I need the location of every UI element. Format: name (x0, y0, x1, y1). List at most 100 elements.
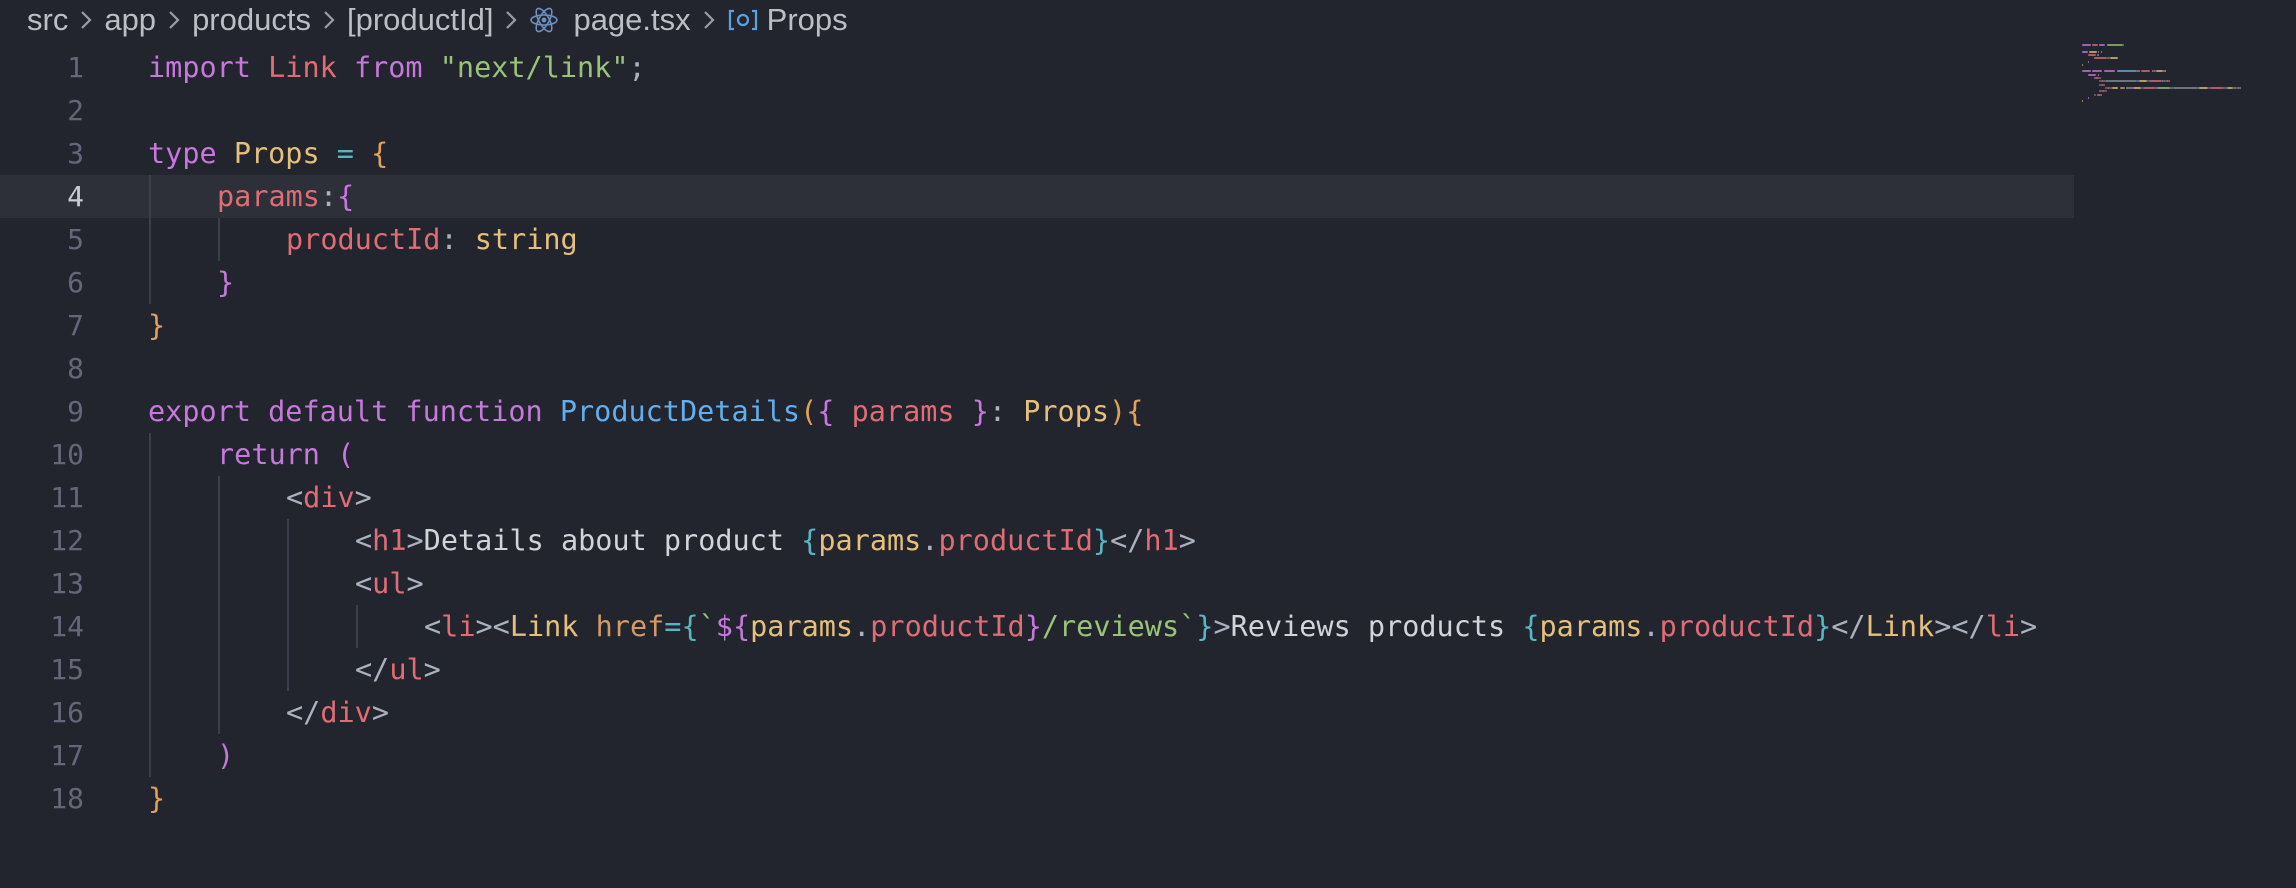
code-token: > (1213, 610, 1231, 643)
code-token: { (337, 180, 355, 213)
minimap-token (2087, 53, 2097, 56)
code-line[interactable]: 15 </ul> (0, 648, 2074, 691)
minimap-token (2100, 50, 2103, 53)
code-token: params (1539, 610, 1643, 643)
code-text: ) (217, 734, 234, 777)
code-token: Link (509, 610, 579, 643)
minimap-token (2097, 73, 2100, 76)
code-token: ul (372, 567, 407, 600)
code-token: } (148, 309, 166, 342)
line-number: 5 (67, 223, 84, 256)
line-number: 14 (50, 610, 84, 643)
breadcrumb-item[interactable]: products (192, 2, 311, 38)
code-token: ) (217, 739, 235, 772)
minimap-token (2082, 70, 2091, 73)
code-token: . (1642, 610, 1660, 643)
code-token: < (286, 481, 304, 514)
chevron-right-icon (78, 9, 94, 31)
minimap-token (2164, 70, 2167, 73)
minimap-token (2082, 44, 2091, 46)
minimap-token (2173, 86, 2198, 89)
code-line[interactable]: 17) (0, 734, 2074, 777)
code-token: > (1178, 524, 1196, 557)
line-number: 15 (50, 653, 84, 686)
code-line[interactable]: 13 <ul> (0, 562, 2074, 605)
code-token: . (921, 524, 939, 557)
code-token: ( (800, 395, 818, 428)
code-token: < (355, 524, 373, 557)
code-text: } (217, 261, 234, 304)
code-token: : (440, 223, 475, 256)
line-number: 12 (50, 524, 84, 557)
code-text: <li><Link href={`${params.productId}/rev… (424, 605, 2037, 648)
minimap-token (2097, 50, 2100, 53)
code-token: } (971, 395, 989, 428)
minimap-token (2099, 77, 2101, 79)
code-line[interactable]: 14 <li><Link href={`${params.productId}/r… (0, 605, 2074, 648)
minimap-token (2103, 83, 2106, 86)
code-text: type Props = { (148, 132, 388, 175)
code-line[interactable]: 3 type Props = { (0, 132, 2074, 175)
code-token: > (406, 524, 424, 557)
code-text: </ul> (355, 648, 441, 691)
code-line[interactable]: 6} (0, 261, 2074, 304)
code-token: params (217, 180, 320, 213)
minimap-token (2132, 86, 2142, 89)
breadcrumb-item[interactable]: page.tsx (573, 2, 690, 38)
breadcrumb-item[interactable]: src (27, 2, 68, 38)
indent-guide (218, 476, 220, 734)
code-token: "next/link" (439, 51, 629, 84)
minimap-token (2082, 50, 2088, 53)
code-line[interactable]: 18} (0, 777, 2074, 820)
code-line[interactable]: 4 params:{ (0, 175, 2074, 218)
code-line[interactable]: 7} (0, 304, 2074, 347)
symbol-interface-icon (727, 7, 759, 33)
code-line[interactable]: 12 <h1>Details about product {params.prod… (0, 519, 2074, 562)
code-token: { (817, 395, 835, 428)
code-line[interactable]: 11 <div> (0, 476, 2074, 519)
minimap-token (2103, 70, 2116, 73)
indent-guide (287, 519, 289, 691)
code-line[interactable]: 1 import Link from "next/link"; (0, 46, 2074, 89)
line-number: 8 (67, 352, 84, 385)
code-text: <div> (286, 476, 372, 519)
minimap[interactable] (2080, 44, 2296, 134)
line-number: 7 (67, 309, 84, 342)
code-token: href (595, 610, 665, 643)
breadcrumb-item[interactable]: Props (767, 2, 848, 38)
code-line[interactable]: 16 </div> (0, 691, 2074, 734)
code-line[interactable]: 2 (0, 89, 2074, 132)
code-line[interactable]: 8 (0, 347, 2074, 390)
indent-guide (149, 433, 151, 777)
code-token: li (1985, 610, 2021, 643)
code-token: > (2020, 610, 2038, 643)
code-token: params (851, 395, 955, 428)
code-token: </ (286, 696, 321, 729)
code-text: </div> (286, 691, 389, 734)
minimap-token (2138, 80, 2148, 83)
breadcrumb-item[interactable]: app (104, 2, 156, 38)
code-token: { (1522, 610, 1540, 643)
breadcrumb: src app products [productId] page.tsx Props (27, 0, 848, 40)
line-number: 9 (67, 395, 84, 428)
code-token: ></ (1934, 610, 1986, 643)
code-token: default (268, 395, 389, 428)
code-line[interactable]: 9 export default function ProductDetails(… (0, 390, 2074, 433)
code-token: ${ (715, 610, 751, 643)
code-token: : (988, 395, 1024, 428)
breadcrumb-item[interactable]: [productId] (347, 2, 493, 38)
code-line[interactable]: 5 productId: string (0, 218, 2074, 261)
code-token: productId (286, 223, 441, 256)
code-token: } (1092, 524, 1111, 557)
code-line[interactable]: 10 return ( (0, 433, 2074, 476)
code-token: type (148, 137, 217, 170)
minimap-token (2209, 86, 2223, 89)
chevron-right-icon (321, 9, 337, 31)
